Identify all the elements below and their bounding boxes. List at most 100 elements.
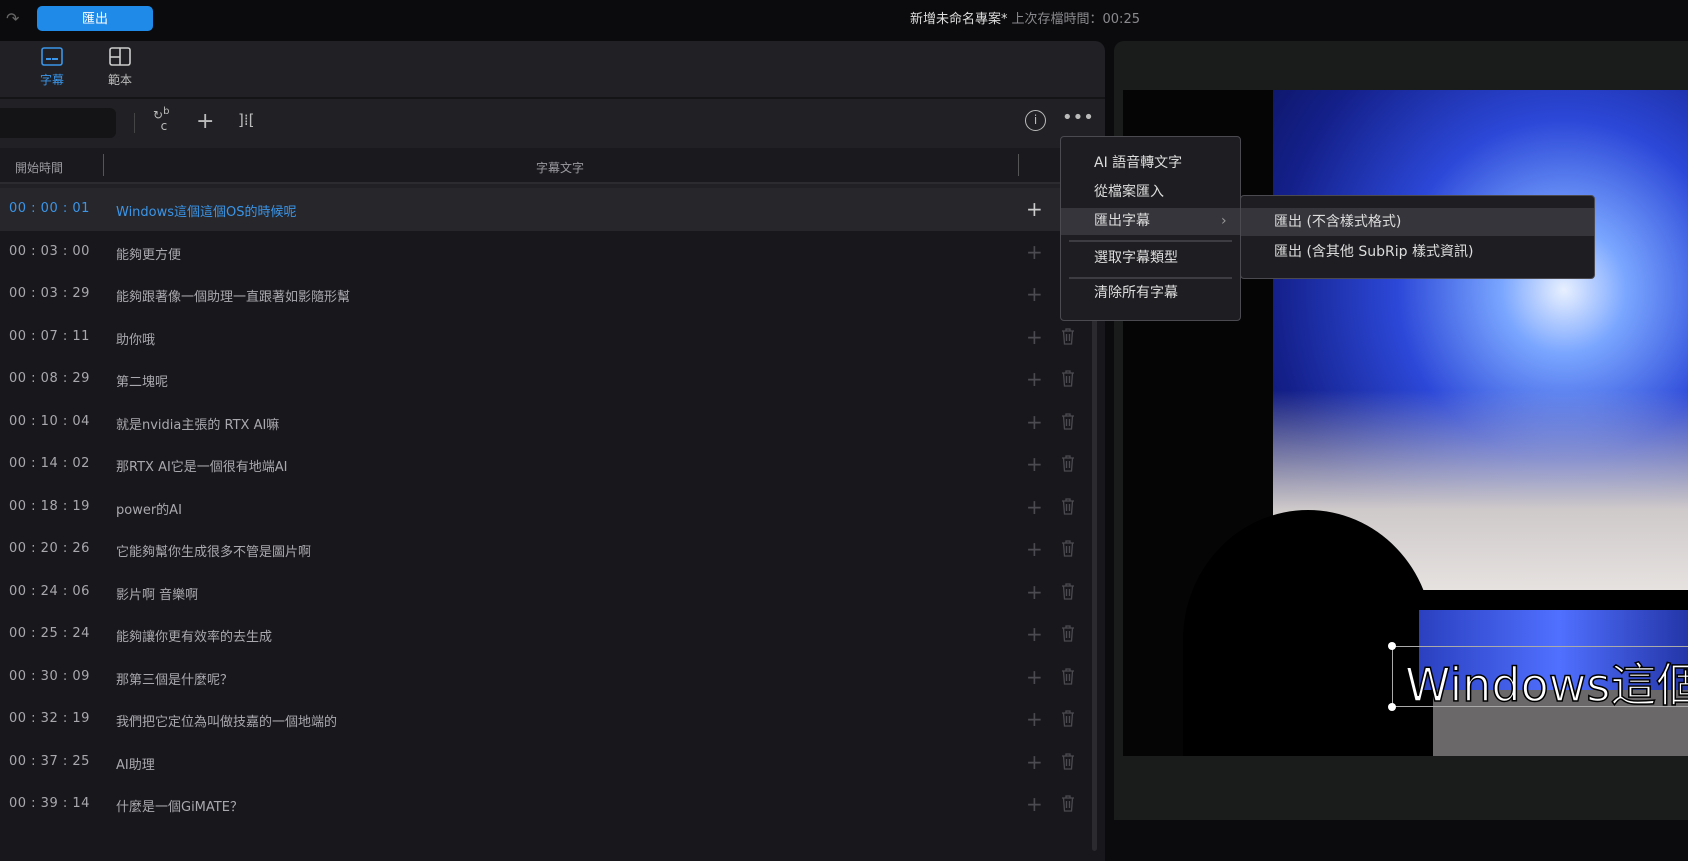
table-row[interactable]: 00 : 03 : 00 能夠更方便 + bbox=[0, 231, 1090, 274]
row-start-time[interactable]: 00 : 24 : 06 bbox=[9, 584, 90, 599]
add-icon[interactable]: + bbox=[1026, 240, 1043, 264]
add-icon[interactable]: + bbox=[1026, 792, 1043, 816]
row-subtitle-text[interactable]: 能夠讓你更有效率的去生成 bbox=[116, 626, 272, 645]
trash-icon[interactable] bbox=[1061, 625, 1075, 642]
table-row[interactable]: 00 : 00 : 01 Windows這個這個OS的時候呢 + bbox=[0, 188, 1090, 231]
trash-icon[interactable] bbox=[1061, 455, 1075, 472]
row-start-time[interactable]: 00 : 14 : 02 bbox=[9, 456, 90, 471]
add-icon[interactable]: + bbox=[196, 109, 214, 134]
table-row[interactable]: 00 : 32 : 19 我們把它定位為叫做技嘉的一個地端的 + bbox=[0, 698, 1090, 741]
row-subtitle-text[interactable]: 什麼是一個GiMATE？ bbox=[116, 796, 243, 815]
add-icon[interactable]: + bbox=[1026, 750, 1043, 774]
menu-item-subtitle-type[interactable]: 選取字幕類型 bbox=[1061, 245, 1240, 272]
subtitle-list: 00 : 00 : 01 Windows這個這個OS的時候呢 +00 : 03 : … bbox=[0, 188, 1105, 861]
add-icon[interactable]: + bbox=[1026, 537, 1043, 561]
replace-text-icon[interactable]: ↻b c bbox=[153, 106, 169, 132]
menu-item-import-file[interactable]: 從檔案匯入 bbox=[1061, 179, 1240, 206]
row-subtitle-text[interactable]: 那RTX AI它是一個很有地端AI bbox=[116, 456, 288, 475]
row-subtitle-text[interactable]: power的AI bbox=[116, 499, 182, 518]
table-row[interactable]: 00 : 08 : 29 第二塊呢 + bbox=[0, 358, 1090, 401]
last-saved: 上次存檔時間：00:25 bbox=[1011, 12, 1140, 27]
add-icon[interactable]: + bbox=[1026, 197, 1043, 221]
table-row[interactable]: 00 : 10 : 04 就是nvidia主張的 RTX AI嘛 + bbox=[0, 401, 1090, 444]
row-subtitle-text[interactable]: 能夠跟著像一個助理一直跟著如影隨形幫 bbox=[116, 286, 350, 305]
trash-icon[interactable] bbox=[1061, 370, 1075, 387]
row-start-time[interactable]: 00 : 00 : 01 bbox=[9, 201, 90, 216]
search-input[interactable] bbox=[0, 108, 116, 138]
submenu-export-srt-styles[interactable]: 匯出 (含其他 SubRip 樣式資訊) bbox=[1241, 238, 1594, 266]
tab-subtitles[interactable]: 字幕 bbox=[27, 47, 77, 88]
row-start-time[interactable]: 00 : 07 : 11 bbox=[9, 329, 90, 344]
trash-icon[interactable] bbox=[1061, 412, 1075, 430]
tab-templates[interactable]: 範本 bbox=[95, 47, 145, 88]
row-start-time[interactable]: 00 : 37 : 25 bbox=[9, 754, 90, 769]
caption-box[interactable]: Windows這個 bbox=[1388, 642, 1688, 713]
divider[interactable] bbox=[1018, 154, 1019, 176]
row-subtitle-text[interactable]: 我們把它定位為叫做技嘉的一個地端的 bbox=[116, 711, 337, 730]
row-subtitle-text[interactable]: 它能夠幫你生成很多不管是圖片啊 bbox=[116, 541, 311, 560]
table-row[interactable]: 00 : 20 : 26 它能夠幫你生成很多不管是圖片啊 + bbox=[0, 528, 1090, 571]
add-icon[interactable]: + bbox=[1026, 410, 1043, 434]
menu-item-clear-all[interactable]: 清除所有字幕 bbox=[1061, 280, 1240, 307]
row-subtitle-text[interactable]: 第二塊呢 bbox=[116, 371, 168, 390]
table-row[interactable]: 00 : 24 : 06 影片啊 音樂啊 + bbox=[0, 571, 1090, 614]
more-icon[interactable]: ••• bbox=[1062, 107, 1094, 128]
row-subtitle-text[interactable]: 助你哦 bbox=[116, 329, 155, 348]
trash-icon[interactable] bbox=[1061, 710, 1075, 727]
audience-silhouette bbox=[1183, 510, 1433, 756]
row-subtitle-text[interactable]: 影片啊 音樂啊 bbox=[116, 584, 198, 603]
row-start-time[interactable]: 00 : 03 : 00 bbox=[9, 244, 90, 259]
menu-item-label: 匯出字幕 bbox=[1094, 213, 1150, 229]
row-subtitle-text[interactable]: 能夠更方便 bbox=[116, 244, 181, 263]
row-start-time[interactable]: 00 : 10 : 04 bbox=[9, 414, 90, 429]
row-subtitle-text[interactable]: AI助理 bbox=[116, 754, 155, 773]
add-icon[interactable]: + bbox=[1026, 282, 1043, 306]
trash-icon[interactable] bbox=[1061, 582, 1075, 600]
table-row[interactable]: 00 : 14 : 02 那RTX AI它是一個很有地端AI + bbox=[0, 443, 1090, 486]
table-row[interactable]: 00 : 25 : 24 能夠讓你更有效率的去生成 + bbox=[0, 613, 1090, 656]
scrollbar[interactable] bbox=[1092, 231, 1097, 851]
info-icon[interactable]: i bbox=[1025, 110, 1046, 131]
trash-icon[interactable] bbox=[1061, 752, 1075, 770]
row-subtitle-text[interactable]: 就是nvidia主張的 RTX AI嘛 bbox=[116, 414, 279, 433]
more-menu: AI 語音轉文字 從檔案匯入 匯出字幕 › 選取字幕類型 清除所有字幕 bbox=[1060, 136, 1241, 321]
row-start-time[interactable]: 00 : 25 : 24 bbox=[9, 626, 90, 641]
submenu-export-plain[interactable]: 匯出 (不含樣式格式) bbox=[1241, 208, 1594, 236]
table-row[interactable]: 00 : 03 : 29 能夠跟著像一個助理一直跟著如影隨形幫 + bbox=[0, 273, 1090, 316]
add-icon[interactable]: + bbox=[1026, 622, 1043, 646]
table-row[interactable]: 00 : 37 : 25 AI助理 + bbox=[0, 741, 1090, 784]
row-start-time[interactable]: 00 : 03 : 29 bbox=[9, 286, 90, 301]
project-title: 新增未命名專案* 上次存檔時間：00:25 bbox=[0, 8, 1688, 27]
row-start-time[interactable]: 00 : 39 : 14 bbox=[9, 796, 90, 811]
table-row[interactable]: 00 : 18 : 19 power的AI + bbox=[0, 486, 1090, 529]
table-row[interactable]: 00 : 30 : 09 那第三個是什麼呢？ + bbox=[0, 656, 1090, 699]
trash-icon[interactable] bbox=[1061, 667, 1075, 685]
add-icon[interactable]: + bbox=[1026, 665, 1043, 689]
add-icon[interactable]: + bbox=[1026, 495, 1043, 519]
row-start-time[interactable]: 00 : 30 : 09 bbox=[9, 669, 90, 684]
add-icon[interactable]: + bbox=[1026, 580, 1043, 604]
add-icon[interactable]: + bbox=[1026, 707, 1043, 731]
add-icon[interactable]: + bbox=[1026, 325, 1043, 349]
row-start-time[interactable]: 00 : 32 : 19 bbox=[9, 711, 90, 726]
table-row[interactable]: 00 : 39 : 14 什麼是一個GiMATE？ + bbox=[0, 783, 1090, 826]
trash-icon[interactable] bbox=[1061, 795, 1075, 812]
row-subtitle-text[interactable]: Windows這個這個OS的時候呢 bbox=[116, 201, 297, 220]
divider[interactable] bbox=[103, 154, 104, 176]
menu-item-export-subtitles[interactable]: 匯出字幕 › bbox=[1061, 208, 1240, 235]
tab-label: 範本 bbox=[107, 73, 132, 87]
add-icon[interactable]: + bbox=[1026, 367, 1043, 391]
resize-handle[interactable] bbox=[1388, 703, 1396, 711]
trash-icon[interactable] bbox=[1061, 540, 1075, 557]
trash-icon[interactable] bbox=[1061, 497, 1075, 515]
row-start-time[interactable]: 00 : 08 : 29 bbox=[9, 371, 90, 386]
menu-item-ai-transcribe[interactable]: AI 語音轉文字 bbox=[1061, 150, 1240, 177]
split-icon[interactable]: ]⁞[ bbox=[238, 111, 254, 129]
resize-handle[interactable] bbox=[1388, 642, 1396, 650]
row-start-time[interactable]: 00 : 20 : 26 bbox=[9, 541, 90, 556]
table-row[interactable]: 00 : 07 : 11 助你哦 + bbox=[0, 316, 1090, 359]
row-subtitle-text[interactable]: 那第三個是什麼呢？ bbox=[116, 669, 233, 688]
add-icon[interactable]: + bbox=[1026, 452, 1043, 476]
row-start-time[interactable]: 00 : 18 : 19 bbox=[9, 499, 90, 514]
trash-icon[interactable] bbox=[1061, 327, 1075, 345]
